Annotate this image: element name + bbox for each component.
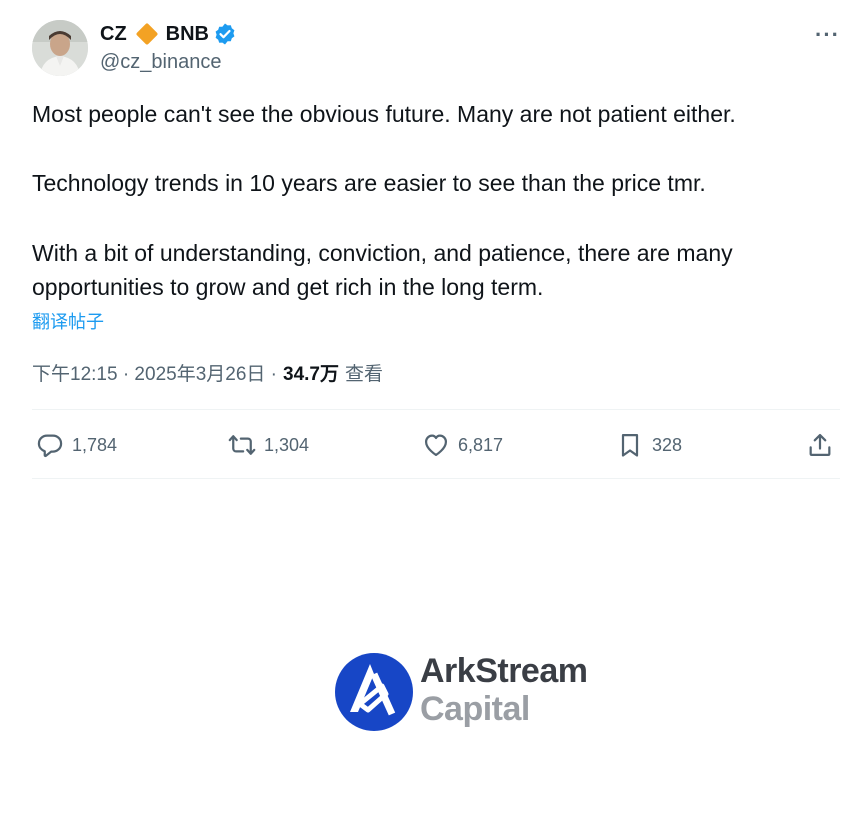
bnb-diamond-icon [134, 21, 160, 47]
heart-icon [424, 434, 448, 457]
like-button[interactable]: 6,817 [422, 425, 503, 465]
views-count: 34.7万 [283, 364, 339, 385]
watermark-line-2: Capital [420, 690, 530, 728]
display-name-suffix: BNB [165, 22, 210, 45]
watermark-line-1: ArkStream [420, 652, 588, 690]
share-icon [809, 433, 831, 457]
display-name[interactable]: CZ [100, 23, 127, 46]
divider [32, 409, 840, 410]
tweet-paragraph-3: With a bit of understanding, conviction,… [32, 240, 733, 300]
arkstream-logo-icon [335, 653, 413, 731]
reply-button[interactable]: 1,784 [36, 425, 117, 465]
repost-count: 1,304 [264, 434, 310, 455]
arkstream-watermark: ArkStream Capital [334, 652, 614, 734]
tweet-meta: 下午12:15 · 2025年3月26日 · 34.7万 查看 [32, 359, 383, 386]
reply-count: 1,784 [72, 434, 118, 455]
tweet-paragraph-1: Most people can't see the obvious future… [32, 101, 736, 127]
bookmark-icon [621, 433, 639, 457]
reply-icon [37, 434, 63, 458]
user-handle[interactable]: @cz_binance [100, 51, 221, 74]
timestamp[interactable]: 下午12:15 · 2025年3月26日 · [32, 359, 277, 386]
avatar-image [32, 20, 88, 76]
bookmark-count: 328 [652, 434, 683, 455]
name-row: CZ BNB [100, 21, 237, 47]
share-button[interactable] [806, 425, 834, 465]
tweet-paragraph-2: Technology trends in 10 years are easier… [32, 170, 706, 196]
bookmark-button[interactable]: 328 [616, 425, 682, 465]
repost-button[interactable]: 1,304 [228, 425, 309, 465]
views-label: 查看 [345, 364, 384, 385]
repost-icon [228, 435, 256, 455]
divider [32, 478, 840, 479]
avatar[interactable] [32, 20, 88, 76]
action-bar: 1,784 1,304 6,817 328 [32, 425, 840, 465]
verified-badge-icon[interactable] [213, 22, 237, 46]
like-count: 6,817 [458, 434, 504, 455]
more-options-button[interactable]: ··· [815, 22, 840, 48]
translate-post-link[interactable]: 翻译帖子 [32, 308, 104, 334]
